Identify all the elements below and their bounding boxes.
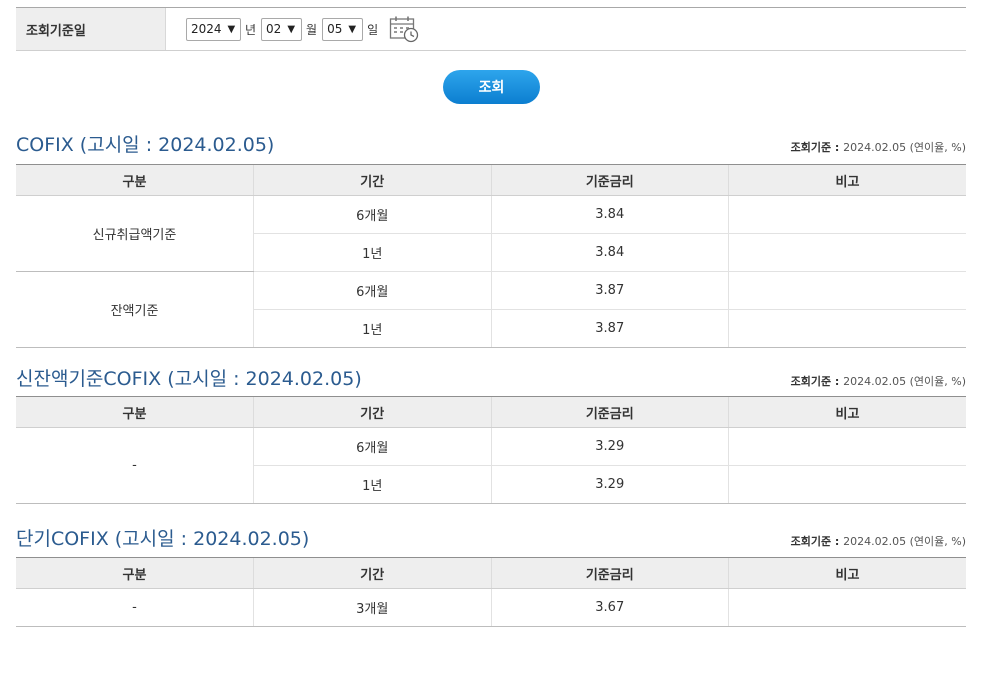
- period-cell: 6개월: [253, 195, 491, 234]
- note-cell: [728, 195, 966, 234]
- year-unit: 년: [245, 22, 257, 37]
- new-balance-cofix-table: 구분 기간 기준금리 비고 - 6개월 3.29 1년 3.29: [16, 396, 966, 504]
- chevron-down-icon: ▼: [227, 23, 236, 35]
- basis-label: 조회기준 :: [790, 535, 844, 548]
- col-header: 기준금리: [490, 164, 729, 196]
- basis-label: 조회기준 :: [790, 375, 844, 388]
- basis-value: 2024.02.05 (연이율, %): [843, 535, 966, 548]
- day-unit: 일: [367, 22, 379, 37]
- table-row: 신규취급액기준 6개월 3.84: [16, 195, 966, 272]
- rate-cell: 3.84: [490, 233, 729, 272]
- note-cell: [728, 271, 966, 310]
- rate-cell: 3.29: [490, 465, 729, 504]
- col-header: 비고: [728, 164, 966, 196]
- period-cell: 6개월: [253, 271, 491, 310]
- rate-cell: 3.87: [490, 309, 729, 348]
- period-cell: 1년: [253, 465, 491, 504]
- month-unit: 월: [306, 22, 318, 37]
- filter-label: 조회기준일: [16, 8, 166, 50]
- basis-note: 조회기준 : 2024.02.05 (연이율, %): [791, 533, 966, 549]
- year-value: 2024: [191, 22, 222, 36]
- basis-value: 2024.02.05 (연이율, %): [843, 141, 966, 154]
- category-cell: -: [16, 588, 254, 627]
- category-cell: 신규취급액기준: [16, 195, 254, 272]
- basis-value: 2024.02.05 (연이율, %): [843, 375, 966, 388]
- section-title: COFIX (고시일 : 2024.02.05): [16, 134, 275, 156]
- note-cell: [728, 233, 966, 272]
- category-cell: 잔액기준: [16, 271, 254, 348]
- note-cell: [728, 465, 966, 504]
- section-title: 단기COFIX (고시일 : 2024.02.05): [16, 528, 310, 550]
- table-header-row: 구분 기간 기준금리 비고: [16, 396, 966, 428]
- period-cell: 1년: [253, 233, 491, 272]
- col-header: 기간: [253, 557, 491, 589]
- period-cell: 1년: [253, 309, 491, 348]
- date-filter-bar: 조회기준일 2024 ▼ 년 02 ▼ 월 05 ▼ 일: [16, 7, 966, 51]
- cofix-table: 구분 기간 기준금리 비고 신규취급액기준 6개월 3.84 1년 3.84 잔…: [16, 164, 966, 348]
- day-select[interactable]: 05 ▼: [322, 17, 364, 41]
- table-header-row: 구분 기간 기준금리 비고: [16, 164, 966, 196]
- table-row: - 6개월 3.29: [16, 427, 966, 504]
- rate-cell: 3.84: [490, 195, 729, 234]
- col-header: 비고: [728, 557, 966, 589]
- rate-cell: 3.87: [490, 271, 729, 310]
- basis-label: 조회기준 :: [790, 141, 844, 154]
- rate-cell: 3.67: [490, 588, 729, 627]
- col-header: 기간: [253, 396, 491, 428]
- col-header: 구분: [16, 164, 254, 196]
- note-cell: [728, 309, 966, 348]
- date-controls: 2024 ▼ 년 02 ▼ 월 05 ▼ 일: [166, 8, 419, 50]
- col-header: 기준금리: [490, 557, 729, 589]
- table-header-row: 구분 기간 기준금리 비고: [16, 557, 966, 589]
- table-row: - 3개월 3.67: [16, 588, 966, 627]
- year-select[interactable]: 2024 ▼: [186, 17, 241, 41]
- period-cell: 6개월: [253, 427, 491, 466]
- note-cell: [728, 588, 966, 627]
- month-value: 02: [266, 22, 282, 36]
- chevron-down-icon: ▼: [287, 23, 296, 35]
- basis-note: 조회기준 : 2024.02.05 (연이율, %): [791, 139, 966, 155]
- basis-note: 조회기준 : 2024.02.05 (연이율, %): [791, 373, 966, 389]
- search-button[interactable]: 조회: [443, 70, 540, 104]
- col-header: 구분: [16, 396, 254, 428]
- period-cell: 3개월: [253, 588, 491, 627]
- short-term-cofix-table: 구분 기간 기준금리 비고 - 3개월 3.67: [16, 557, 966, 627]
- chevron-down-icon: ▼: [348, 23, 357, 35]
- category-cell: -: [16, 427, 254, 504]
- month-select[interactable]: 02 ▼: [261, 17, 303, 41]
- section-title: 신잔액기준COFIX (고시일 : 2024.02.05): [16, 368, 362, 390]
- rate-cell: 3.29: [490, 427, 729, 466]
- col-header: 비고: [728, 396, 966, 428]
- col-header: 기간: [253, 164, 491, 196]
- col-header: 구분: [16, 557, 254, 589]
- col-header: 기준금리: [490, 396, 729, 428]
- calendar-icon[interactable]: [389, 15, 419, 43]
- day-value: 05: [327, 22, 343, 36]
- table-row: 잔액기준 6개월 3.87: [16, 271, 966, 348]
- note-cell: [728, 427, 966, 466]
